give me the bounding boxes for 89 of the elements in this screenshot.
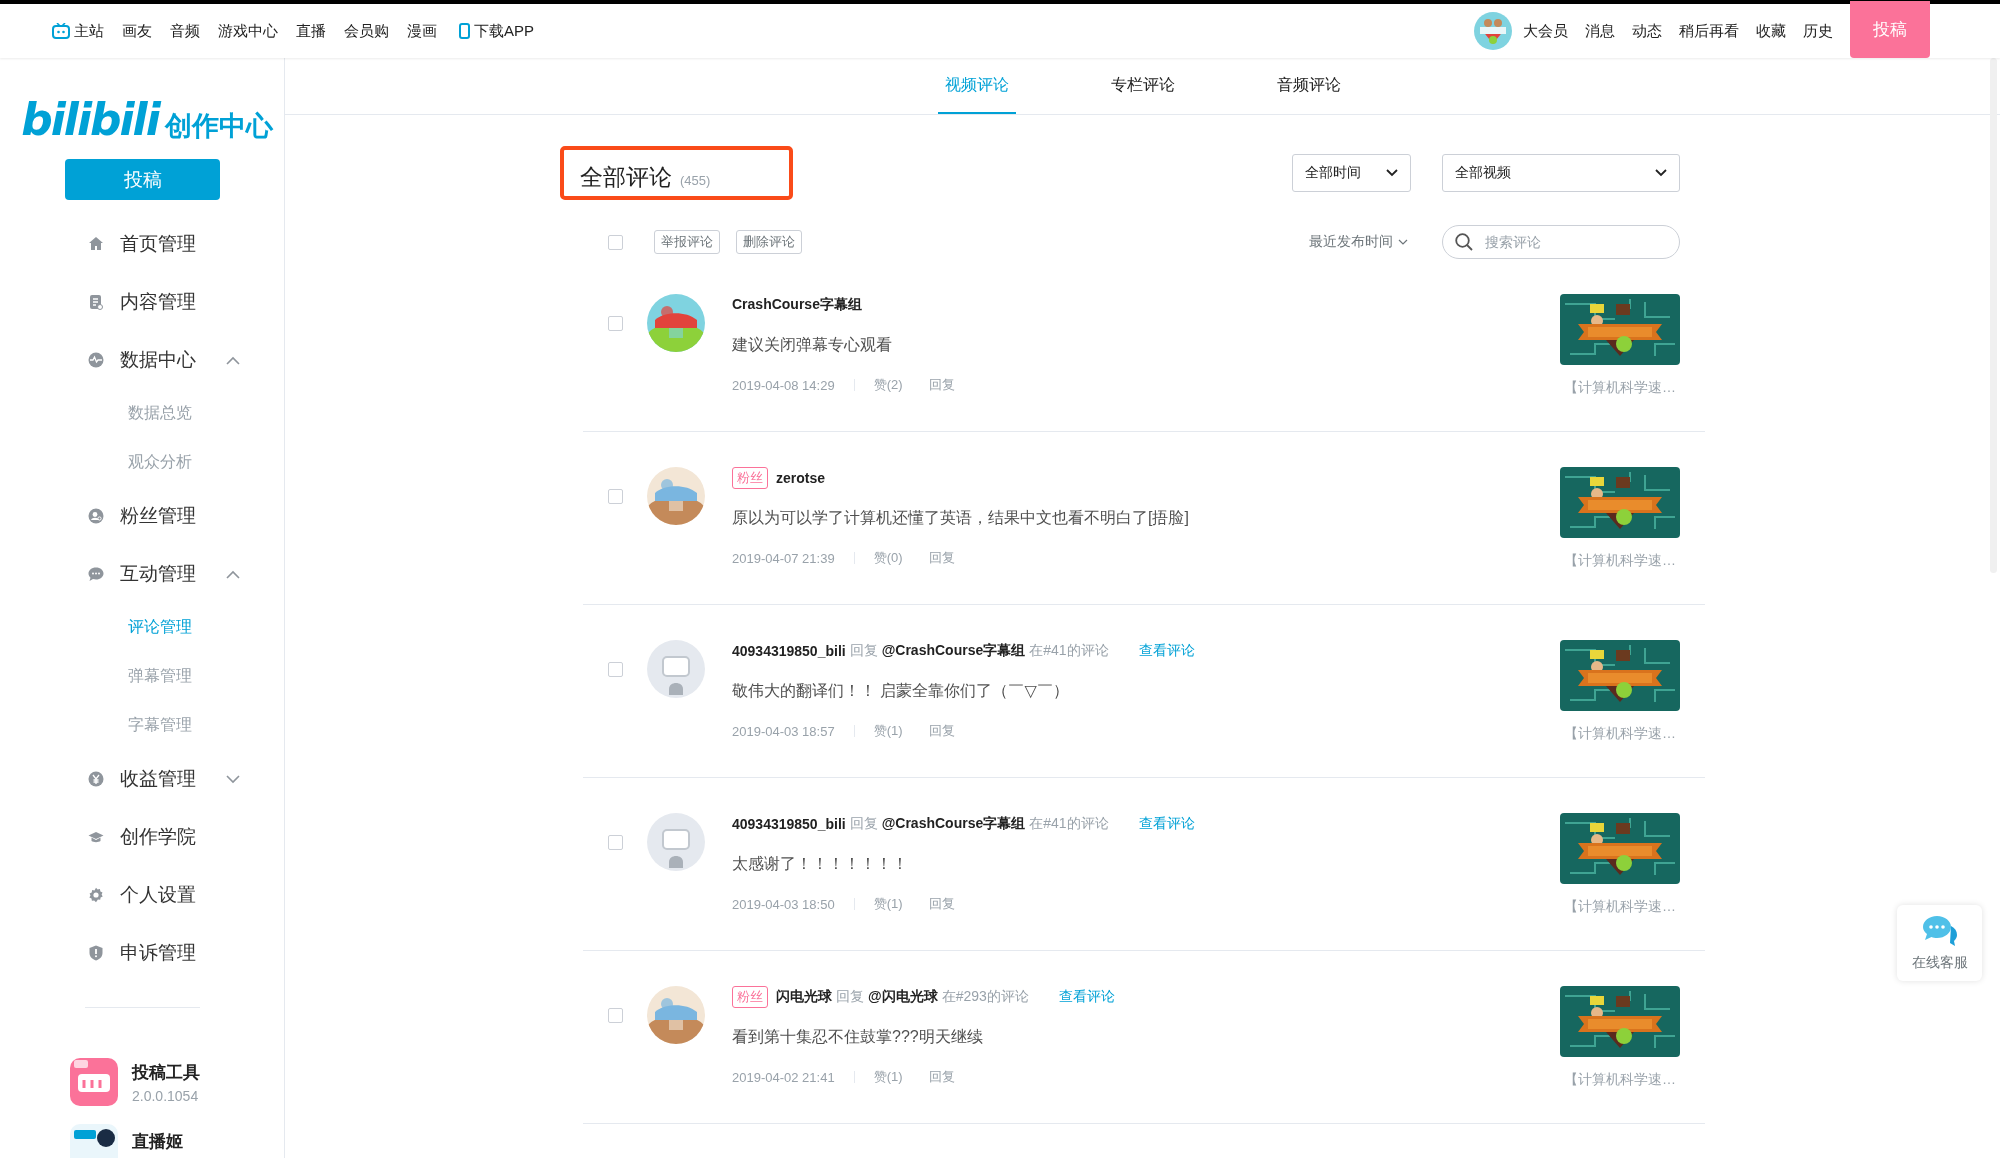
document-icon (88, 294, 104, 310)
nav-link[interactable]: 消息 (1585, 21, 1615, 41)
comment-date: 2019-04-07 21:39 (732, 550, 835, 566)
chat-label[interactable]: 在线客服 (1911, 954, 1968, 972)
fan-badge: 粉丝 (732, 467, 768, 489)
nav-link[interactable]: 画友 (122, 21, 152, 41)
reply-context: 在#293的评论 (941, 988, 1029, 1006)
reply-label: 回复 (836, 988, 864, 1006)
checkbox[interactable] (608, 234, 623, 250)
chat-icon (88, 566, 104, 582)
search-icon (1455, 233, 1473, 251)
sidebar-group[interactable]: 收益管理 (0, 750, 284, 808)
search-field[interactable]: 搜索评论 (1442, 225, 1680, 259)
comment-text: 敬伟大的翻译们！！ 启蒙全靠你们了（￣▽￣） (732, 681, 1070, 701)
nav-link[interactable]: 会员购 (344, 21, 389, 41)
chevron-icon (1386, 169, 1398, 177)
sidebar-item[interactable]: 创作学院 (0, 808, 284, 866)
nav-link[interactable]: 游戏中心 (218, 21, 278, 41)
nav-link[interactable]: 大会员 (1523, 21, 1568, 41)
nav-link[interactable]: 直播 (296, 21, 326, 41)
comment-text: 太感谢了！！！！！！！ (732, 854, 909, 874)
nav-link[interactable]: 下载APP (459, 21, 534, 41)
filter-dropdown[interactable]: 全部视频 (1442, 154, 1680, 192)
logo: bilibili (21, 94, 159, 145)
phone-icon (459, 23, 470, 39)
comment-date: 2019-04-03 18:57 (732, 723, 835, 739)
shield-icon (88, 945, 104, 961)
checkbox[interactable] (608, 835, 623, 850)
sort-dropdown[interactable]: 最近发布时间 (1303, 232, 1414, 252)
sidebar-item[interactable]: 申诉管理 (0, 924, 284, 982)
pulse-icon (88, 352, 104, 368)
user-icon (88, 508, 104, 524)
tool-name[interactable]: 投稿工具 (132, 1060, 200, 1084)
checkbox[interactable] (608, 662, 623, 677)
tool-name[interactable]: 直播姬 (132, 1129, 183, 1153)
filter-dropdown[interactable]: 全部时间 (1292, 154, 1411, 192)
mentioned-user[interactable]: @CrashCourse字幕组 (881, 642, 1026, 660)
graduation-cap-icon (88, 829, 104, 845)
sidebar-group[interactable]: 数据中心 (0, 331, 284, 389)
nav-link[interactable]: 历史 (1803, 21, 1833, 41)
username[interactable]: CrashCourse字幕组 (732, 296, 862, 314)
username[interactable]: 40934319850_bili (732, 643, 846, 659)
yen-icon (88, 771, 104, 787)
home-icon (88, 236, 104, 252)
tool-version: 2.0.0.1054 (132, 1087, 200, 1104)
comment-date: 2019-04-02 21:41 (732, 1069, 835, 1085)
sidebar-item[interactable]: 内容管理 (0, 273, 284, 331)
action-button[interactable]: 删除评论 (736, 230, 802, 254)
nav-link[interactable]: 稍后再看 (1679, 21, 1739, 41)
sidebar-item[interactable]: 首页管理 (0, 215, 284, 273)
comment-count: (455) (680, 173, 711, 188)
tv-icon (52, 23, 70, 39)
nav-link[interactable]: 动态 (1632, 21, 1662, 41)
sidebar-group[interactable]: 互动管理 (0, 545, 284, 603)
username[interactable]: 40934319850_bili (732, 816, 846, 832)
settings-icon (88, 887, 104, 903)
reply-label: 回复 (849, 815, 878, 833)
tab[interactable]: 音频评论 (1269, 58, 1348, 114)
nav-link[interactable]: 漫画 (407, 21, 437, 41)
action-button[interactable]: 举报评论 (654, 230, 720, 254)
section-title: 全部评论 (580, 163, 672, 192)
comment-date: 2019-04-03 18:50 (732, 896, 835, 912)
comment-text: 建议关闭弹幕专心观看 (732, 335, 893, 355)
nav-link[interactable]: 收藏 (1756, 21, 1786, 41)
tab[interactable]: 专栏评论 (1103, 58, 1182, 114)
chat-icon[interactable] (1920, 914, 1959, 948)
logo-caption: 创作中心 (164, 110, 273, 143)
mentioned-user[interactable]: @CrashCourse字幕组 (881, 815, 1026, 833)
username[interactable]: 闪电光球 (776, 988, 832, 1006)
app-icon[interactable] (70, 1124, 118, 1158)
sidebar-item[interactable]: 粉丝管理 (0, 487, 284, 545)
chevron-icon (1398, 239, 1408, 245)
fan-badge: 粉丝 (732, 986, 768, 1008)
mentioned-user[interactable]: @闪电光球 (868, 988, 938, 1006)
chevron-icon (1655, 169, 1667, 177)
reply-context: 在#41的评论 (1029, 642, 1109, 660)
checkbox[interactable] (608, 316, 623, 331)
nav-link[interactable]: 音频 (170, 21, 200, 41)
sidebar-item[interactable]: 个人设置 (0, 866, 284, 924)
reply-context: 在#41的评论 (1029, 815, 1109, 833)
nav-link[interactable]: 主站 (52, 21, 104, 41)
username[interactable]: zerotse (776, 470, 826, 486)
checkbox[interactable] (608, 1008, 623, 1023)
reply-label: 回复 (849, 642, 878, 660)
comment-text: 看到第十集忍不住鼓掌???明天继续 (732, 1027, 984, 1047)
checkbox[interactable] (608, 489, 623, 504)
comment-date: 2019-04-08 14:29 (732, 377, 835, 393)
scrollbar[interactable] (1990, 58, 1997, 573)
comment-text: 原以为可以学了计算机还懂了英语，结果中文也看不明白了[捂脸] (732, 508, 1190, 528)
